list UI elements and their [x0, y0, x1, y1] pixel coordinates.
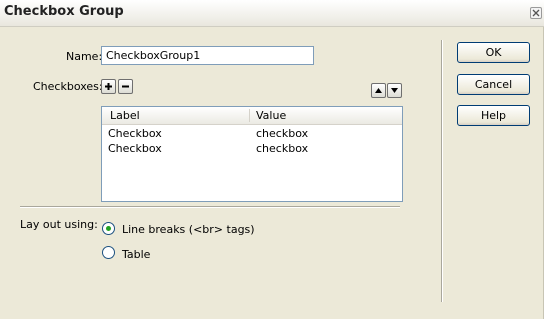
radio-line-breaks-label[interactable]: Line breaks (<br> tags) — [122, 223, 255, 236]
radio-table-label[interactable]: Table — [122, 248, 150, 261]
column-separator — [249, 109, 250, 122]
plus-icon — [105, 83, 112, 90]
radio-table[interactable] — [102, 246, 115, 259]
section-divider — [20, 206, 400, 208]
ok-button[interactable]: OK — [457, 42, 530, 63]
checkbox-group-dialog: Checkbox Group Name: CheckboxGroup1 Chec… — [0, 0, 544, 319]
list-row[interactable]: Checkbox checkbox — [102, 142, 402, 156]
help-button[interactable]: Help — [457, 105, 530, 126]
triangle-up-icon — [375, 88, 382, 93]
layout-label: Lay out using: — [20, 218, 98, 231]
move-down-button[interactable] — [387, 83, 402, 98]
row-value: checkbox — [256, 142, 309, 155]
list-header: Label Value — [102, 107, 402, 125]
radio-selected-dot — [106, 226, 111, 231]
move-up-button[interactable] — [371, 83, 386, 98]
dialog-title: Checkbox Group — [4, 4, 124, 19]
buttons-divider — [441, 40, 443, 302]
close-icon[interactable] — [530, 7, 542, 19]
radio-line-breaks[interactable] — [102, 222, 115, 235]
name-label: Name: — [66, 50, 103, 63]
row-label: Checkbox — [108, 127, 162, 140]
checkbox-list[interactable]: Label Value Checkbox checkbox Checkbox c… — [101, 106, 403, 202]
checkboxes-label: Checkboxes: — [33, 80, 103, 93]
minus-icon — [122, 85, 129, 88]
list-row[interactable]: Checkbox checkbox — [102, 127, 402, 141]
column-header-label[interactable]: Label — [110, 109, 140, 122]
row-value: checkbox — [256, 127, 309, 140]
name-input[interactable]: CheckboxGroup1 — [101, 46, 314, 65]
add-checkbox-button[interactable] — [101, 79, 116, 94]
column-header-value[interactable]: Value — [256, 109, 286, 122]
cancel-button[interactable]: Cancel — [457, 74, 530, 95]
triangle-down-icon — [391, 88, 398, 93]
remove-checkbox-button[interactable] — [118, 79, 133, 94]
title-bar: Checkbox Group — [0, 0, 544, 27]
row-label: Checkbox — [108, 142, 162, 155]
